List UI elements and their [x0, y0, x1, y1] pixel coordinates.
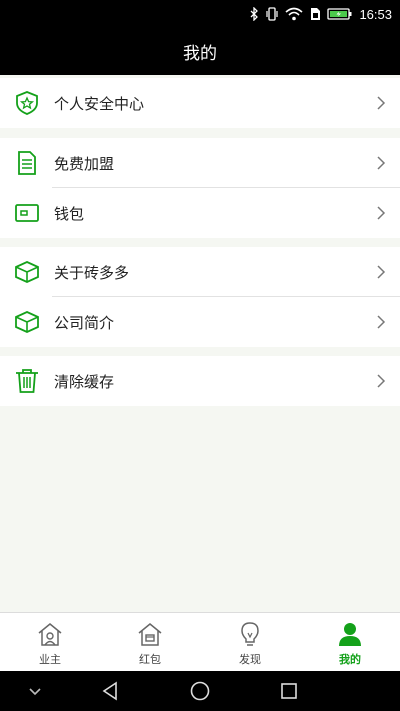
shield-star-icon [16, 91, 38, 115]
chevron-right-icon [377, 374, 386, 388]
menu-item-about-app[interactable]: 关于砖多多 [0, 247, 400, 297]
menu-item-security-center[interactable]: 个人安全中心 [0, 78, 400, 128]
menu-item-label: 钱包 [54, 205, 85, 223]
person-icon [339, 623, 361, 646]
system-navigation-bar [0, 671, 400, 711]
redpacket-house-icon [138, 623, 162, 646]
menu-group-cache: 清除缓存 [0, 356, 400, 406]
document-icon [18, 151, 36, 175]
battery-icon [327, 8, 352, 20]
menu-item-label: 免费加盟 [54, 155, 115, 173]
menu-item-label: 个人安全中心 [54, 95, 145, 113]
sim-icon [311, 8, 321, 20]
vibrate-icon [266, 7, 279, 21]
lightbulb-icon [241, 622, 259, 646]
chevron-right-icon [377, 315, 386, 329]
menu-item-company-profile[interactable]: 公司简介 [0, 297, 400, 347]
tab-owner[interactable]: 业主 [0, 613, 100, 671]
chevron-down-icon[interactable] [24, 680, 46, 702]
settings-list: 个人安全中心 免费加盟 钱包 关于砖多多 公司简介 清除缓存 [0, 75, 400, 612]
wifi-icon [285, 7, 303, 21]
clock-time: 16:53 [359, 6, 392, 22]
tab-mine[interactable]: 我的 [300, 613, 400, 671]
title-bar: 我的 [0, 28, 400, 75]
back-icon[interactable] [99, 680, 121, 702]
chevron-right-icon [377, 156, 386, 170]
tab-label: 业主 [39, 653, 61, 666]
tab-label: 我的 [339, 653, 361, 666]
chevron-right-icon [377, 96, 386, 110]
recents-icon[interactable] [278, 680, 300, 702]
tab-discover[interactable]: 发现 [200, 613, 300, 671]
menu-item-label: 清除缓存 [54, 373, 115, 391]
menu-group-business: 免费加盟 钱包 [0, 138, 400, 238]
home-icon[interactable] [189, 680, 211, 702]
wallet-icon [15, 204, 39, 222]
tab-label: 发现 [239, 653, 261, 666]
menu-item-label: 公司简介 [54, 314, 115, 332]
tab-red-packet[interactable]: 红包 [100, 613, 200, 671]
page-title: 我的 [183, 44, 217, 64]
menu-item-label: 关于砖多多 [54, 264, 130, 282]
bluetooth-icon [250, 7, 259, 21]
menu-item-wallet[interactable]: 钱包 [0, 188, 400, 238]
bottom-tab-bar: 业主 红包 发现 我的 [0, 612, 400, 671]
tab-label: 红包 [139, 653, 161, 666]
trash-icon [16, 369, 38, 393]
menu-item-free-join[interactable]: 免费加盟 [0, 138, 400, 188]
menu-item-clear-cache[interactable]: 清除缓存 [0, 356, 400, 406]
box-icon [15, 311, 39, 333]
menu-group-security: 个人安全中心 [0, 78, 400, 128]
chevron-right-icon [377, 206, 386, 220]
chevron-right-icon [377, 265, 386, 279]
owner-house-icon [38, 623, 62, 646]
status-bar: 16:53 [0, 0, 400, 28]
menu-group-about: 关于砖多多 公司简介 [0, 247, 400, 347]
box-icon [15, 261, 39, 283]
